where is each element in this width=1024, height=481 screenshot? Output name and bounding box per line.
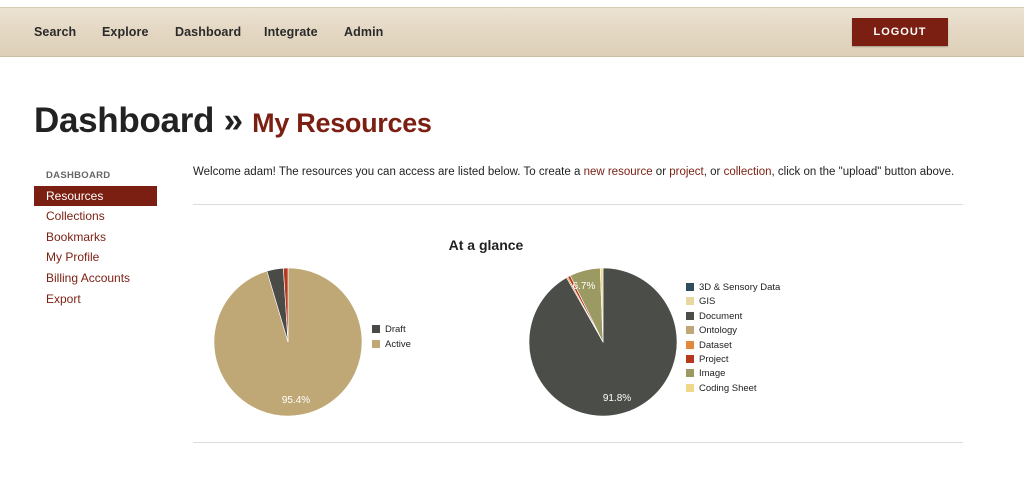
- sidebar-item-collections[interactable]: Collections: [34, 206, 157, 226]
- divider-top: [193, 204, 963, 205]
- sidebar-item-export[interactable]: Export: [34, 289, 157, 309]
- legend-label: Draft: [385, 324, 406, 335]
- nav-search[interactable]: Search: [34, 25, 76, 39]
- pie-slice-label: 95.4%: [282, 395, 310, 406]
- legend-swatch: [686, 355, 694, 363]
- legend-swatch: [686, 383, 694, 392]
- pie-slice-project: [567, 275, 604, 343]
- legend-swatch: [686, 297, 694, 306]
- sidebar-item-my-profile[interactable]: My Profile: [34, 247, 157, 267]
- sidebar-item-resources[interactable]: Resources: [34, 186, 157, 206]
- welcome-text-3: , or: [703, 166, 724, 178]
- nav-integrate[interactable]: Integrate: [264, 25, 318, 39]
- legend-label: Ontology: [699, 325, 738, 337]
- legend-swatch: [372, 325, 380, 333]
- welcome-text-4: , click on the "upload" button above.: [771, 166, 955, 178]
- legend-swatch: [686, 369, 694, 378]
- legend-label: Dataset: [699, 339, 732, 351]
- legend-swatch: [372, 340, 380, 348]
- new-resource-link[interactable]: new resource: [584, 166, 653, 178]
- legend-item-3d-sensory-data: 3D & Sensory Data: [686, 282, 780, 293]
- legend-label: Image: [699, 368, 726, 380]
- legend-label: Document: [699, 310, 743, 322]
- welcome-message: Welcome adam! The resources you can acce…: [193, 166, 954, 178]
- pie-slice-draft: [266, 267, 289, 343]
- nav-dashboard[interactable]: Dashboard: [175, 25, 241, 39]
- legend-label: 3D & Sensory Data: [699, 282, 781, 293]
- nav-explore[interactable]: Explore: [102, 25, 149, 39]
- at-a-glance-title: At a glance: [448, 237, 524, 253]
- divider-bottom: [193, 442, 963, 443]
- legend-item-dataset: Dataset: [686, 340, 732, 351]
- pie-slice-dataset: [566, 276, 604, 343]
- legend-swatch: [686, 340, 694, 349]
- legend-item-ontology: Ontology: [686, 325, 737, 336]
- legend-item-image: Image: [686, 368, 725, 379]
- legend-label: Active: [385, 339, 411, 350]
- legend-swatch: [686, 326, 694, 335]
- collection-link[interactable]: collection: [724, 166, 772, 178]
- legend-label: Coding Sheet: [699, 382, 757, 394]
- pie-slice-label: 6.7%: [573, 281, 596, 292]
- pie-slice-active: [213, 267, 363, 417]
- sidebar-header: DASHBOARD: [46, 170, 111, 181]
- legend-swatch: [686, 283, 694, 291]
- legend-item-document: Document: [686, 311, 742, 322]
- pie-slice-image: [569, 267, 604, 343]
- logout-button[interactable]: LOGOUT: [852, 18, 948, 46]
- legend-item-project: Project: [686, 354, 729, 365]
- sidebar-item-bookmarks[interactable]: Bookmarks: [34, 227, 157, 247]
- legend-label: Project: [699, 354, 729, 365]
- breadcrumb-separator: »: [223, 101, 243, 140]
- legend-item-draft: Draft: [372, 324, 406, 335]
- nav-admin[interactable]: Admin: [344, 25, 383, 39]
- pie-slice-label: 91.8%: [603, 393, 631, 404]
- page-title: Dashboard » My Resources: [34, 101, 432, 141]
- project-link[interactable]: project: [669, 166, 704, 178]
- legend-swatch: [686, 311, 694, 320]
- legend-item-coding-sheet: Coding Sheet: [686, 383, 757, 394]
- legend-item-gis: GIS: [686, 296, 715, 307]
- legend-label: GIS: [699, 296, 716, 308]
- top-nav-bar: Search Explore Dashboard Integrate Admin…: [0, 7, 1024, 57]
- sidebar-item-billing-accounts[interactable]: Billing Accounts: [34, 268, 157, 288]
- legend-item-active: Active: [372, 339, 411, 350]
- pie-slice-document: [528, 267, 678, 417]
- welcome-text-1: Welcome adam! The resources you can acce…: [193, 166, 584, 178]
- pie-slice-other: [283, 267, 289, 343]
- welcome-text-2: or: [652, 166, 670, 178]
- page-subtitle: My Resources: [252, 108, 432, 138]
- page-title-main: Dashboard: [34, 101, 215, 140]
- pie-slice-coding-sheet: [599, 267, 604, 343]
